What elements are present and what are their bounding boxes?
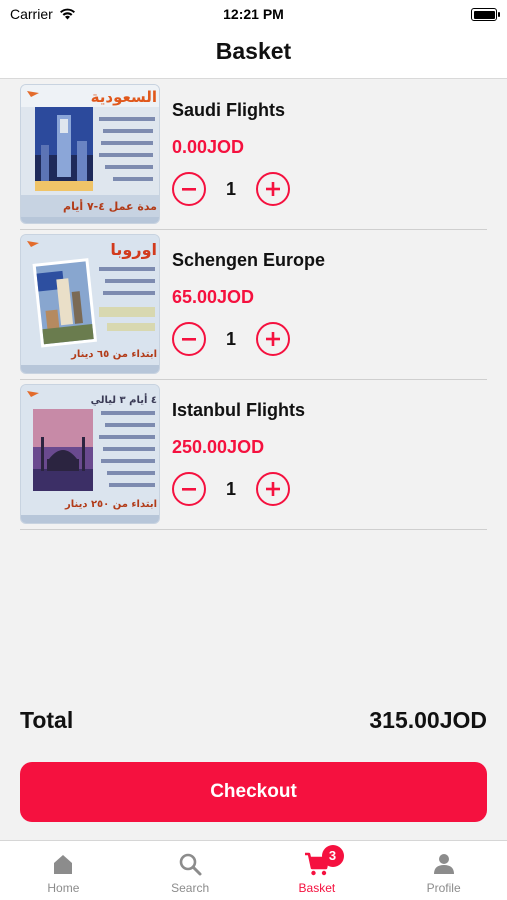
tab-search[interactable]: Search [127,841,254,900]
cart-count-badge: 3 [321,845,344,867]
tab-profile[interactable]: Profile [380,841,507,900]
item-price: 250.00JOD [172,437,265,457]
nav-header: Basket [0,28,507,79]
item-thumbnail[interactable]: ٤ أيام ٣ ليالي ابتداء من ٢٥٠ دينار [20,384,160,524]
quantity-value: 1 [225,178,236,199]
quantity-stepper: 1 [172,171,290,207]
total-label: Total [20,706,74,733]
quantity-value: 1 [225,328,236,349]
thumb-headline: اوروبا [110,240,157,259]
tab-label: Home [47,881,80,895]
increment-button[interactable] [256,172,290,206]
plus-icon [266,482,280,496]
thumb-footer: مدة عمل ٤-٧ أيام [63,199,157,213]
plus-icon [266,332,280,346]
profile-icon [433,854,454,874]
total-value: 315.00JOD [369,706,487,733]
quantity-value: 1 [225,478,236,499]
item-price: 65.00JOD [172,287,255,307]
quantity-stepper: 1 [172,321,290,357]
item-name: Schengen Europe [172,250,326,270]
clock: 12:21 PM [223,6,284,22]
tab-home[interactable]: Home [0,841,127,900]
page-title: Basket [215,38,292,64]
item-thumbnail[interactable]: اوروبا ابتداء من ٦٥ دينار [20,234,160,374]
quantity-stepper: 1 [172,471,290,507]
tab-label: Basket [298,881,336,895]
minus-icon [182,188,196,191]
tab-basket[interactable]: 3 Basket [254,841,381,900]
europe-poster-image: اوروبا ابتداء من ٦٥ دينار [21,235,159,373]
tab-bar: Home Search 3 Basket Profile [0,840,507,900]
thumb-headline: السعودية [91,88,157,106]
thumb-footer: ابتداء من ٦٥ دينار [70,349,157,360]
home-icon [54,855,73,874]
checkout-button[interactable]: Checkout [20,762,487,822]
item-name: Istanbul Flights [172,400,305,420]
item-name: Saudi Flights [172,100,286,120]
increment-button[interactable] [256,322,290,356]
decrement-button[interactable] [172,472,206,506]
item-price: 0.00JOD [172,137,245,157]
istanbul-poster-image: ٤ أيام ٣ ليالي ابتداء من ٢٥٠ دينار [21,385,159,523]
tab-label: Profile [426,881,461,895]
minus-icon [182,338,196,341]
thumb-footer: ابتداء من ٢٥٠ دينار [64,499,157,510]
decrement-button[interactable] [172,172,206,206]
basket-list: السعودية مدة عمل ٤-٧ أيام Saudi Flights … [20,80,487,530]
basket-item: ٤ أيام ٣ ليالي ابتداء من ٢٥٠ دينار Istan… [20,380,487,530]
item-thumbnail[interactable]: السعودية مدة عمل ٤-٧ أيام [20,84,160,224]
increment-button[interactable] [256,472,290,506]
search-icon [179,853,202,876]
tab-label: Search [171,881,210,895]
thumb-headline: ٤ أيام ٣ ليالي [91,393,157,406]
basket-item: السعودية مدة عمل ٤-٧ أيام Saudi Flights … [20,80,487,230]
minus-icon [182,488,196,491]
battery-icon [471,8,500,21]
total-row: Total 315.00JOD [20,702,487,738]
plus-icon [266,182,280,196]
decrement-button[interactable] [172,322,206,356]
saudi-poster-image: السعودية مدة عمل ٤-٧ أيام [21,85,159,223]
status-bar: Carrier 12:21 PM [0,0,507,28]
basket-item: اوروبا ابتداء من ٦٥ دينار Schengen Europ… [20,230,487,380]
